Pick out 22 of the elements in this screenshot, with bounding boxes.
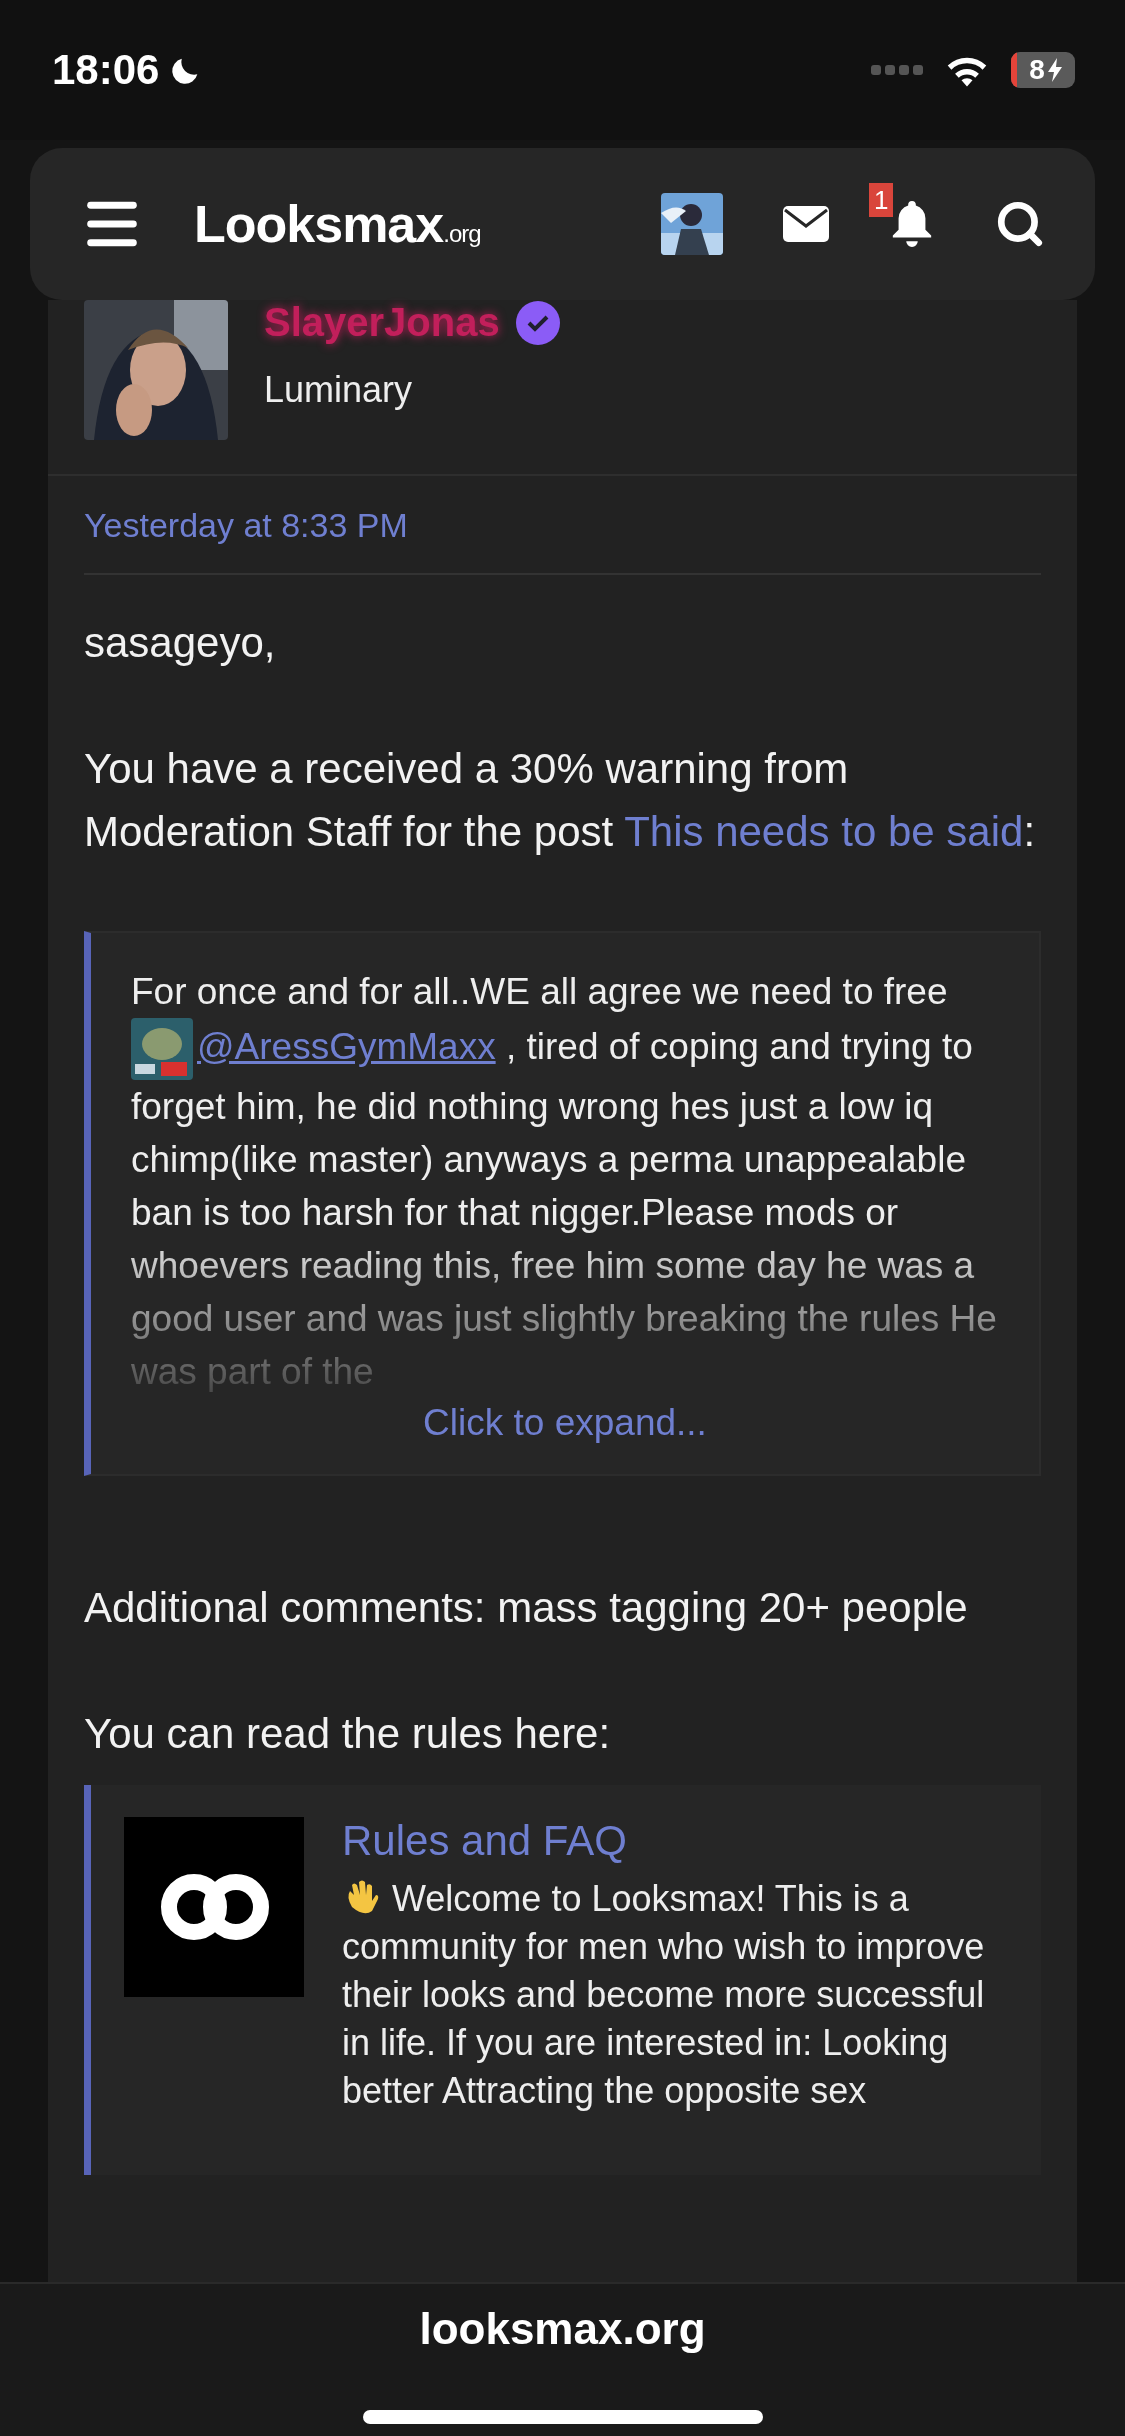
- address-bar[interactable]: looksmax.org: [419, 2304, 706, 2354]
- notification-count: 1: [869, 183, 894, 217]
- warning-text: You have a received a 30% warning from Moderation Staff for the post This needs to be said:: [84, 744, 1037, 857]
- rules-summary: Welcome to Looksmax! This is a community for men who wish to improve their looks and become more successful in life. If you are interested in: Looking better Attracting the opposite sex: [342, 1876, 986, 2113]
- mail-icon[interactable]: [783, 206, 829, 242]
- logo-icon: [124, 1817, 304, 1997]
- user-title: Luminary: [264, 369, 414, 411]
- battery-icon: 8: [1011, 52, 1075, 88]
- post-date[interactable]: Yesterday at 8:33 PM: [84, 506, 1041, 575]
- post-link[interactable]: This needs to be said: [624, 808, 1024, 855]
- site-logo[interactable]: Looksmax.org: [194, 194, 481, 254]
- rules-intro-text: You can read the rules here:: [84, 1709, 612, 1759]
- search-icon[interactable]: [995, 199, 1045, 249]
- rules-link[interactable]: Rules and FAQ: [342, 1817, 627, 1864]
- expand-link[interactable]: Click to expand...: [423, 1402, 707, 1444]
- user-mention-link[interactable]: @AressGymMaxx: [197, 1025, 496, 1067]
- rules-card[interactable]: Rules and FAQ Welcome to Looksmax! This is a community for men who wish to improve their looks and become more successful in life. If you are interested in: Looking better Attracting the opposite sex: [84, 1785, 1041, 2175]
- clock-time: 18:06: [52, 46, 160, 94]
- signal-icon: [871, 64, 923, 76]
- username[interactable]: SlayerJonas: [264, 300, 500, 345]
- comments-text: Additional comments: mass tagging 20+ people: [84, 1583, 969, 1633]
- greeting-text: sasageyo,: [84, 618, 277, 668]
